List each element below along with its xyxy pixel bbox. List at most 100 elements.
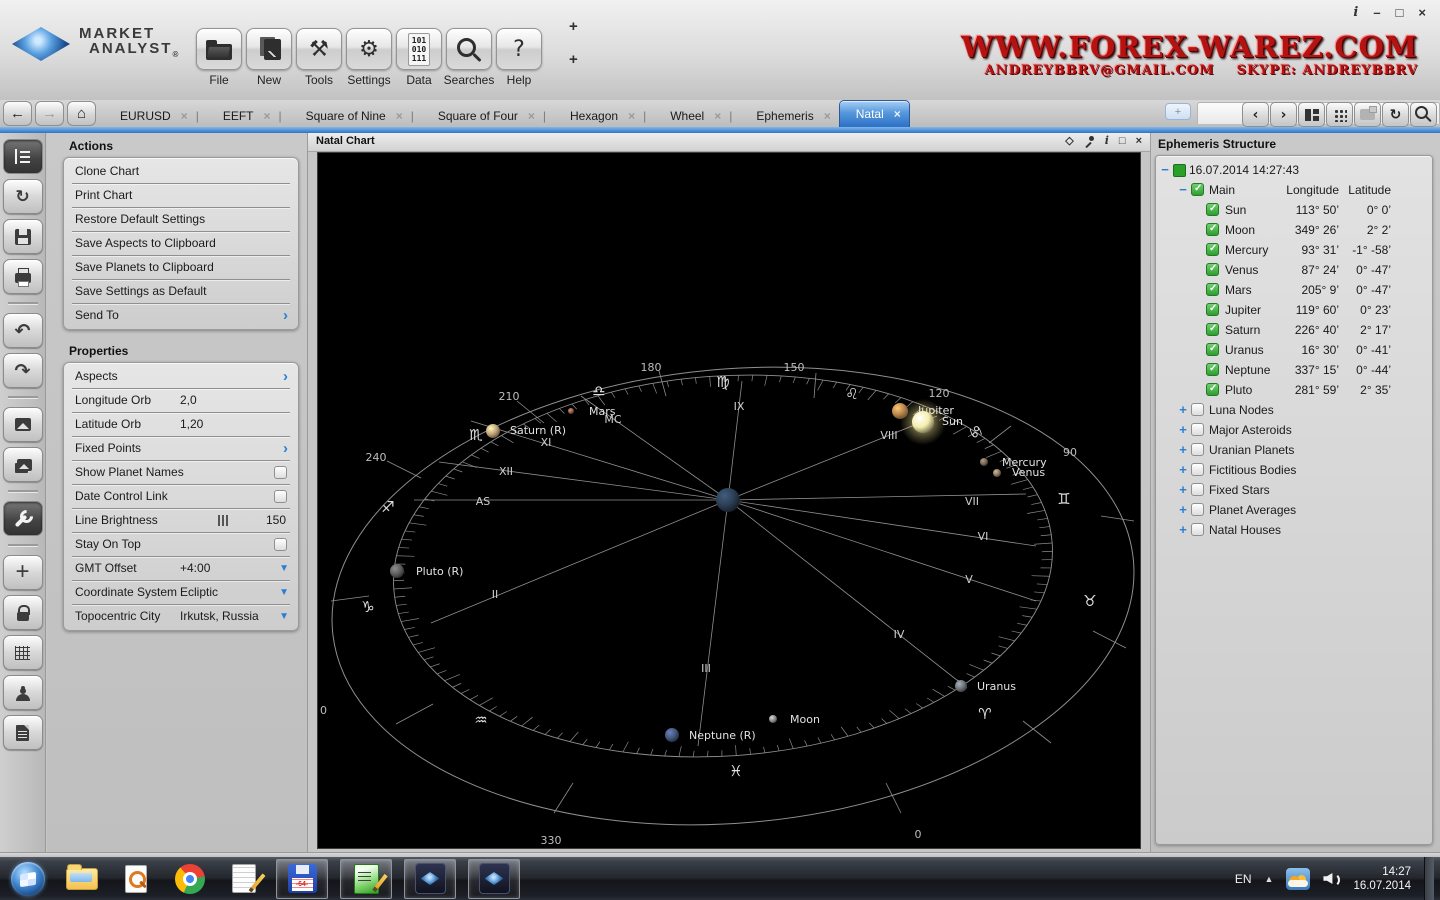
chart-refresh-button[interactable] (3, 179, 43, 214)
pluto-ephemeris-row[interactable]: Pluto 281° 59’ 2° 35’ (1156, 380, 1432, 400)
print-button[interactable] (3, 259, 43, 294)
uranian-planets-group-row[interactable]: + Uranian Planets (1156, 440, 1432, 460)
save-planets-to-clipboard-action[interactable]: Save Planets to Clipboard (72, 256, 290, 280)
luna-nodes-group-row[interactable]: + Luna Nodes (1156, 400, 1432, 420)
dropdown-arrow-icon[interactable]: ▼ (279, 605, 289, 628)
mars-ephemeris-row[interactable]: Mars 205° 9’ 0° -47’ (1156, 280, 1432, 300)
print-chart-action[interactable]: Print Chart (72, 184, 290, 208)
square-of-nine-tab[interactable]: Square of Nine × | (290, 104, 422, 127)
show-planet-names-property-row[interactable]: Show Planet Names (72, 461, 290, 485)
group-checkbox[interactable] (1191, 503, 1204, 516)
scroll-right-button[interactable]: › (1270, 102, 1297, 127)
tab-close-icon[interactable]: × (714, 109, 721, 123)
undo-button[interactable] (3, 313, 43, 348)
group-checkbox[interactable] (1191, 423, 1204, 436)
ma-notes-taskbar-button[interactable] (340, 859, 392, 899)
longitude-orb-property-row[interactable]: Longitude Orb 2,0 (72, 389, 290, 413)
back-button[interactable]: ← (3, 101, 32, 126)
sync-button[interactable]: ↻ (1382, 102, 1409, 127)
natal-tab[interactable]: Natal × (839, 100, 910, 127)
planet-checkbox[interactable] (1206, 203, 1219, 216)
ephemeris-date-row[interactable]: − 16.07.2014 14:27:43 (1156, 160, 1432, 180)
eeft-tab[interactable]: EEFT × | (207, 104, 290, 127)
search-doc-taskbar-button[interactable] (116, 860, 156, 898)
start-taskbar-button[interactable] (8, 860, 48, 898)
file-toolbar-button[interactable]: File (197, 28, 241, 87)
planet-checkbox[interactable] (1206, 363, 1219, 376)
explorer-taskbar-button[interactable] (62, 860, 102, 898)
restore-panel-icon[interactable]: □ (1119, 135, 1126, 147)
line-brightness-property-row[interactable]: Line Brightness 150 (72, 509, 290, 533)
topocentric-city-property-row[interactable]: Topocentric City Irkutsk, Russia ▼ (72, 605, 290, 628)
property-checkbox[interactable] (274, 466, 287, 479)
main-group-row[interactable]: − Main Longitude Latitude (1156, 180, 1432, 200)
thumbnails-button[interactable] (1326, 102, 1353, 127)
weather-tray-icon[interactable] (1286, 868, 1310, 890)
collapse-expander[interactable]: − (1160, 160, 1170, 180)
fictitious-bodies-group-row[interactable]: + Fictitious Bodies (1156, 460, 1432, 480)
pin-icon[interactable] (1084, 135, 1095, 146)
group-checkbox[interactable] (1191, 463, 1204, 476)
collapse-expander[interactable]: − (1178, 180, 1188, 200)
planet-checkbox[interactable] (1206, 323, 1219, 336)
planet-checkbox[interactable] (1206, 383, 1219, 396)
fixed-points-property-row[interactable]: Fixed Points › (72, 437, 290, 461)
searches-toolbar-button[interactable]: Searches (447, 28, 491, 87)
expand-expander[interactable]: + (1178, 400, 1188, 420)
notepad-taskbar-button[interactable] (224, 860, 264, 898)
property-checkbox[interactable] (274, 538, 287, 551)
save-button[interactable] (3, 219, 43, 254)
ma-app2-taskbar-button[interactable] (468, 859, 520, 899)
planet-checkbox[interactable] (1206, 343, 1219, 356)
tab-close-icon[interactable]: × (824, 109, 831, 123)
tab-close-icon[interactable]: × (894, 107, 901, 121)
scroll-left-button[interactable]: ‹ (1242, 102, 1269, 127)
neptune-ephemeris-row[interactable]: Neptune 337° 15’ 0° -44’ (1156, 360, 1432, 380)
clock[interactable]: 14:27 16.07.2014 (1353, 865, 1411, 893)
ma-app-taskbar-button[interactable] (404, 859, 456, 899)
jupiter-ephemeris-row[interactable]: Jupiter 119° 60’ 0° 23’ (1156, 300, 1432, 320)
eurusd-tab[interactable]: EURUSD × | (104, 104, 207, 127)
group-checkbox[interactable] (1191, 483, 1204, 496)
square-of-four-tab[interactable]: Square of Four × | (422, 104, 554, 127)
group-checkbox[interactable] (1191, 403, 1204, 416)
restore-button[interactable]: □ (1396, 5, 1404, 20)
ephemeris-tab[interactable]: Ephemeris × (740, 104, 838, 127)
grid-button[interactable] (3, 635, 43, 670)
screenshot-button[interactable] (1354, 102, 1381, 127)
tab-close-icon[interactable]: × (528, 109, 535, 123)
mercury-ephemeris-row[interactable]: Mercury 93° 31’ -1° -58’ (1156, 240, 1432, 260)
diamond-icon[interactable]: ◇ (1065, 134, 1073, 147)
info-icon[interactable]: i (1353, 5, 1358, 20)
minimize-button[interactable]: – (1373, 5, 1380, 20)
settings-toolbar-button[interactable]: ⚙ Settings (347, 28, 391, 87)
tab-close-icon[interactable]: × (628, 109, 635, 123)
planet-checkbox[interactable] (1206, 223, 1219, 236)
property-checkbox[interactable] (274, 490, 287, 503)
coordinate-system-property-row[interactable]: Coordinate System Ecliptic ▼ (72, 581, 290, 605)
planet-checkbox[interactable] (1206, 283, 1219, 296)
wheel-tab[interactable]: Wheel × | (654, 104, 740, 127)
expand-expander[interactable]: + (1178, 480, 1188, 500)
chrome-taskbar-button[interactable] (170, 860, 210, 898)
language-indicator[interactable]: EN (1235, 872, 1252, 886)
show-desktop-button[interactable] (1424, 857, 1434, 900)
saturn-ephemeris-row[interactable]: Saturn 226° 40’ 2° 17’ (1156, 320, 1432, 340)
redo-button[interactable] (3, 353, 43, 388)
line-brightness-slider[interactable] (218, 515, 228, 526)
save-settings-as-default-action[interactable]: Save Settings as Default (72, 280, 290, 304)
gmt-offset-property-row[interactable]: GMT Offset +4:00 ▼ (72, 557, 290, 581)
group-checkbox[interactable] (1191, 443, 1204, 456)
expand-expander[interactable]: + (1178, 460, 1188, 480)
export-images-button[interactable] (3, 447, 43, 482)
info-icon[interactable]: i (1105, 134, 1109, 147)
stay-on-top-property-row[interactable]: Stay On Top (72, 533, 290, 557)
venus-ephemeris-row[interactable]: Venus 87° 24’ 0° -47’ (1156, 260, 1432, 280)
expand-expander[interactable]: + (1178, 440, 1188, 460)
layout-button[interactable] (1298, 102, 1325, 127)
fixed-stars-group-row[interactable]: + Fixed Stars (1156, 480, 1432, 500)
dropdown-arrow-icon[interactable]: ▼ (279, 581, 289, 604)
data-toolbar-button[interactable]: 101 010 111 Data (397, 28, 441, 87)
aspects-property-row[interactable]: Aspects › (72, 365, 290, 389)
save-aspects-to-clipboard-action[interactable]: Save Aspects to Clipboard (72, 232, 290, 256)
